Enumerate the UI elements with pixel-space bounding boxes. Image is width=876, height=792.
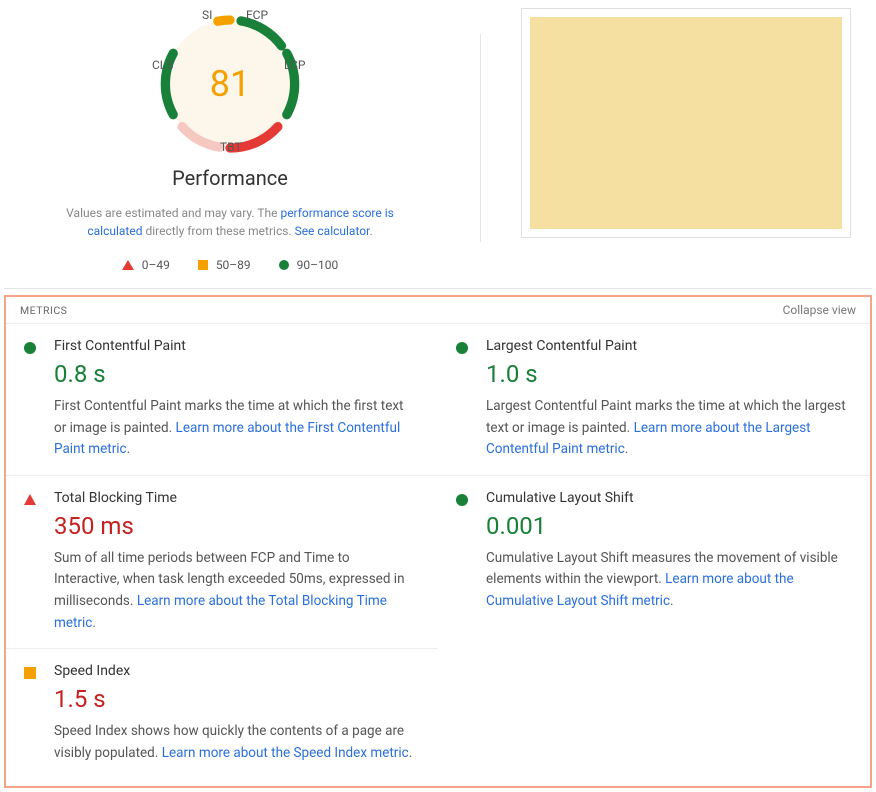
see-calculator-link[interactable]: See calculator	[295, 224, 370, 238]
score-legend: 0–49 50–89 90–100	[122, 258, 339, 272]
metric-learn-more-link[interactable]: Learn more about the Cumulative Layout S…	[486, 571, 794, 609]
summary-section: 81 SI FCP CLS LCP TBT Performance Values…	[4, 4, 872, 289]
metric-name: Cumulative Layout Shift	[486, 490, 850, 506]
preview-column	[521, 4, 856, 272]
metric-row: Cumulative Layout Shift 0.001 Cumulative…	[438, 475, 870, 627]
legend-avg: 50–89	[198, 258, 251, 272]
metric-row: Speed Index 1.5 s Speed Index shows how …	[6, 648, 438, 778]
metric-name: Speed Index	[54, 663, 418, 679]
gauge-column: 81 SI FCP CLS LCP TBT Performance Values…	[20, 4, 440, 272]
square-avg-icon	[198, 260, 208, 270]
metric-value: 1.0 s	[486, 360, 850, 388]
circle-pass-icon	[456, 342, 468, 354]
metrics-column-right: Largest Contentful Paint 1.0 s Largest C…	[438, 323, 870, 778]
triangle-fail-icon	[24, 494, 36, 505]
metric-description: First Contentful Paint marks the time at…	[54, 396, 418, 461]
triangle-fail-icon	[122, 260, 134, 270]
performance-gauge: 81 SI FCP CLS LCP TBT	[150, 4, 310, 164]
disclaimer-middle: directly from these metrics.	[142, 224, 294, 238]
gauge-label-tbt: TBT	[220, 140, 242, 154]
metric-learn-more-link[interactable]: Learn more about the Total Blocking Time…	[54, 593, 387, 631]
metric-description: Largest Contentful Paint marks the time …	[486, 396, 850, 461]
disclaimer-text: Values are estimated and may vary. The p…	[40, 204, 420, 240]
metric-description: Sum of all time periods between FCP and …	[54, 548, 418, 634]
metrics-column-left: First Contentful Paint 0.8 s First Conte…	[6, 323, 438, 778]
metric-value: 0.001	[486, 512, 850, 540]
screenshot-thumbnail[interactable]	[521, 8, 851, 238]
gauge-label-si: SI	[202, 8, 212, 22]
metric-description: Speed Index shows how quickly the conten…	[54, 721, 418, 764]
legend-pass-label: 90–100	[297, 258, 339, 272]
gauge-title: Performance	[172, 166, 288, 190]
gauge-label-cls: CLS	[152, 58, 173, 72]
metric-row: First Contentful Paint 0.8 s First Conte…	[6, 323, 438, 475]
metric-name: Largest Contentful Paint	[486, 338, 850, 354]
metric-learn-more-link[interactable]: Learn more about the Speed Index metric	[162, 745, 409, 761]
metrics-title: METRICS	[20, 304, 67, 317]
gauge-label-fcp: FCP	[246, 8, 268, 22]
legend-fail: 0–49	[122, 258, 170, 272]
metric-learn-more-link[interactable]: Learn more about the First Contentful Pa…	[54, 420, 400, 458]
vertical-divider	[480, 34, 481, 242]
metric-description: Cumulative Layout Shift measures the mov…	[486, 548, 850, 613]
metrics-grid: First Contentful Paint 0.8 s First Conte…	[6, 323, 870, 778]
disclaimer-prefix: Values are estimated and may vary. The	[66, 206, 280, 220]
gauge-label-lcp: LCP	[284, 58, 305, 72]
metric-value: 1.5 s	[54, 685, 418, 713]
collapse-view-button[interactable]: Collapse view	[783, 303, 856, 317]
legend-pass: 90–100	[279, 258, 339, 272]
circle-pass-icon	[456, 494, 468, 506]
metric-value: 0.8 s	[54, 360, 418, 388]
metric-row: Largest Contentful Paint 1.0 s Largest C…	[438, 323, 870, 475]
metric-learn-more-link[interactable]: Learn more about the Largest Contentful …	[486, 420, 811, 458]
legend-avg-label: 50–89	[216, 258, 251, 272]
legend-fail-label: 0–49	[142, 258, 170, 272]
circle-pass-icon	[24, 342, 36, 354]
metric-name: Total Blocking Time	[54, 490, 418, 506]
circle-pass-icon	[279, 260, 289, 270]
square-avg-icon	[24, 667, 36, 679]
metric-row: Total Blocking Time 350 ms Sum of all ti…	[6, 475, 438, 648]
metric-name: First Contentful Paint	[54, 338, 418, 354]
screenshot-image	[530, 17, 842, 229]
metrics-section: METRICS Collapse view First Contentful P…	[4, 295, 872, 788]
metric-value: 350 ms	[54, 512, 418, 540]
metrics-header: METRICS Collapse view	[6, 297, 870, 323]
